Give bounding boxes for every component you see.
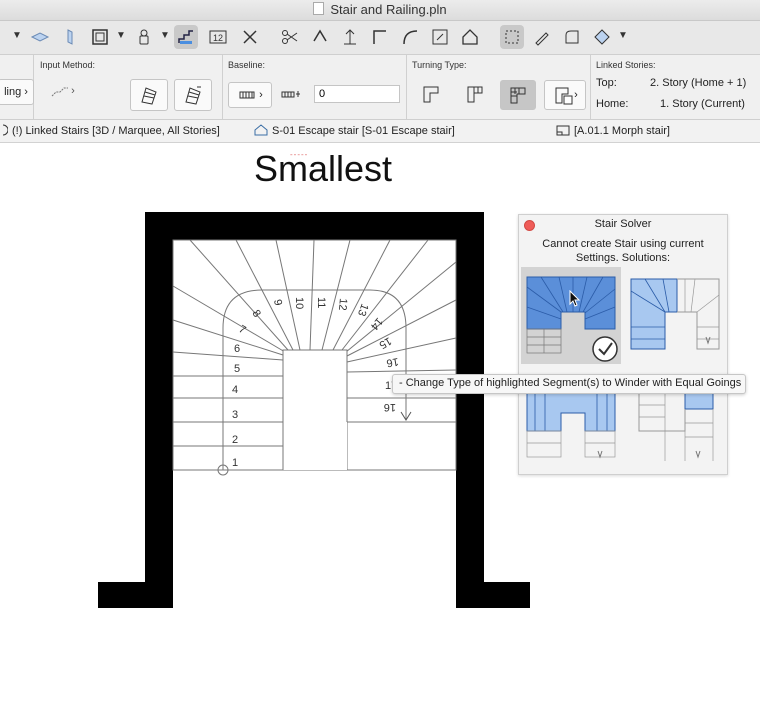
input-method-button[interactable]: › [40,79,84,103]
solution-thumbnail-1[interactable] [521,267,621,364]
step-number: 6 [234,343,240,355]
stair-number-icon[interactable]: 12 [206,25,230,49]
check-icon [592,336,618,362]
object-frame-icon[interactable] [88,25,112,49]
corner-icon[interactable] [368,25,392,49]
select-icon[interactable] [500,25,524,49]
step-number: 3 [232,409,238,421]
resize-icon[interactable] [428,25,452,49]
step-number: 12 [336,298,349,311]
house-icon [254,124,268,139]
solution-thumbnail-4[interactable] [625,392,725,461]
view-tab-bar: (!) Linked Stairs [3D / Marquee, All Sto… [0,120,760,143]
mouse-cursor-icon [569,290,581,307]
turning-equal-goings-icon[interactable] [500,80,536,110]
step-number: 16 [385,355,399,369]
step-number: 4 [232,384,238,396]
view-3d-icon [0,124,9,139]
home-label: Home: [596,98,629,110]
slab-icon[interactable] [28,25,52,49]
top-label: Top: [596,77,617,89]
chevron-down-icon[interactable]: ▼ [12,30,22,41]
tab-escape-stair[interactable]: S-01 Escape stair [S-01 Escape stair] [254,124,455,139]
chevron-down-icon[interactable]: ▼ [618,30,628,41]
straight-stair-button[interactable] [130,79,168,111]
morph-icon[interactable] [590,25,614,49]
document-icon [313,2,325,15]
house-icon[interactable] [458,25,482,49]
baseline-offset-input[interactable] [314,85,400,103]
stair-tool-icon[interactable] [174,25,198,49]
tab-linked-stairs[interactable]: (!) Linked Stairs [3D / Marquee, All Sto… [0,124,220,139]
turning-options-button[interactable]: › [544,80,586,110]
turning-landing-icon[interactable] [416,80,446,108]
stair-solver-palette: Stair Solver Cannot create Stair using c… [518,214,728,475]
step-number: 5 [234,363,240,375]
chevron-down-icon[interactable]: ▼ [160,30,170,41]
brush-icon[interactable] [530,25,554,49]
solution-thumbnail-3[interactable] [521,392,621,461]
railing-button[interactable]: ling › [0,79,34,105]
elevation-icon[interactable] [338,25,362,49]
main-toolbar: ▼ ▼ ▼ 12 ▼ [0,21,760,55]
solution-tooltip: - Change Type of highlighted Segment(s) … [392,374,746,394]
step-number: 10 [293,297,305,309]
linked-stories-section: Linked Stories: Top: 2. Story (Home + 1)… [590,55,760,119]
step-number: 2 [232,434,238,446]
top-story-value[interactable]: 2. Story (Home + 1) [650,77,746,89]
curve-icon[interactable] [398,25,422,49]
curtain-wall-icon[interactable] [58,25,82,49]
step-number: 7 [237,323,248,336]
stair-solver-message: Cannot create Stair using current Settin… [542,238,704,264]
home-story-value[interactable]: 1. Story (Current) [660,98,745,110]
railing-section: ling › [0,55,34,119]
baseline-offset-icon [274,82,308,106]
tab-morph-stair[interactable]: [A.01.1 Morph stair] [556,124,670,139]
step-number: 13 [355,302,370,318]
cut-icon[interactable] [278,25,302,49]
left-flight-treads [173,340,284,471]
baseline-label: Baseline: [228,60,266,70]
curved-stair-button[interactable] [174,79,212,111]
step-number: 1 [232,457,238,469]
turning-type-section: Turning Type: › [406,55,591,119]
info-box: ling › Input Method: › Baseline: › Turni… [0,55,760,120]
stair-number-label: 12 [213,33,223,43]
shape-icon[interactable] [560,25,584,49]
stair-solver-title: Stair Solver [594,218,652,230]
chevron-down-icon[interactable]: ▼ [116,30,126,41]
window-title: Stair and Railing.pln [0,2,760,17]
baseline-type-button[interactable]: › [228,82,272,108]
cross-icon[interactable] [238,25,262,49]
solution-thumbnail-2[interactable] [625,267,725,364]
window-title-bar: Stair and Railing.pln [0,0,760,21]
baseline-section: Baseline: › [222,55,407,119]
step-number: 9 [271,298,284,306]
step-number: 11 [315,297,327,308]
trim-icon[interactable] [308,25,332,49]
turning-winder-icon[interactable] [460,80,490,108]
step-number: 14 [368,315,385,332]
well-gap [283,422,347,470]
input-method-section: Input Method: › [34,55,223,119]
layout-icon [556,124,570,139]
step-number: 15 [377,334,394,351]
linked-stories-label: Linked Stories: [596,60,656,70]
step-number: 16 [384,401,396,413]
input-method-label: Input Method: [40,60,96,70]
lock-icon[interactable] [132,25,156,49]
turning-type-label: Turning Type: [412,60,467,70]
